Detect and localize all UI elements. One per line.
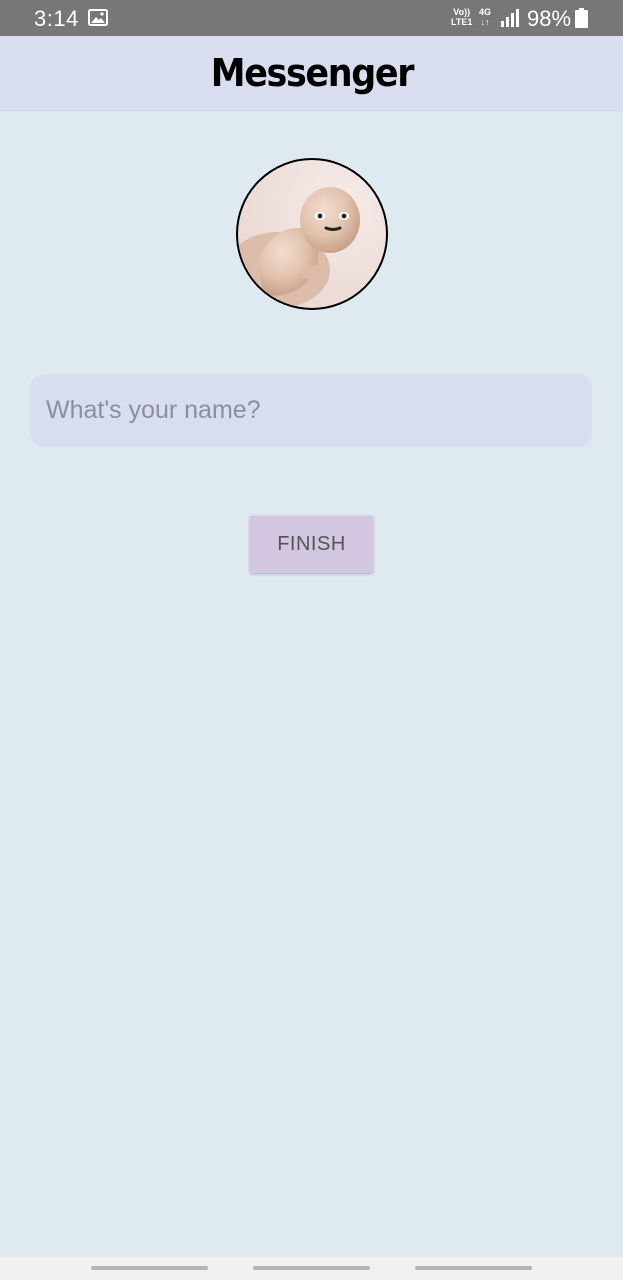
system-navigation-bar [0, 1257, 623, 1280]
name-input[interactable] [30, 374, 592, 447]
volte-icon: Vo)) LTE1 [451, 7, 472, 27]
network-type-label: 4G [479, 7, 492, 17]
volte-bottom-label: LTE1 [451, 17, 473, 27]
nav-recents-handle[interactable] [91, 1266, 208, 1270]
app-bar: Messenger [0, 36, 623, 110]
network-type-icon: 4G ↓↑ [479, 7, 491, 27]
status-time: 3:14 [34, 6, 79, 31]
network-arrows-label: ↓↑ [480, 17, 490, 27]
nav-home-handle[interactable] [253, 1266, 370, 1270]
finish-button[interactable]: FINISH [250, 516, 373, 573]
nav-back-handle[interactable] [415, 1266, 532, 1270]
gallery-notification-icon [88, 9, 108, 26]
battery-percentage: 98% [527, 6, 572, 31]
signal-strength-icon [501, 9, 519, 27]
profile-photo-icon [238, 187, 360, 308]
app-title: Messenger [210, 51, 414, 95]
status-bar: 3:14 Vo)) LTE1 4G ↓↑ 98% [0, 0, 623, 36]
profile-avatar[interactable] [236, 158, 388, 310]
battery-icon [575, 8, 588, 28]
volte-top-label: Vo)) [453, 7, 471, 17]
